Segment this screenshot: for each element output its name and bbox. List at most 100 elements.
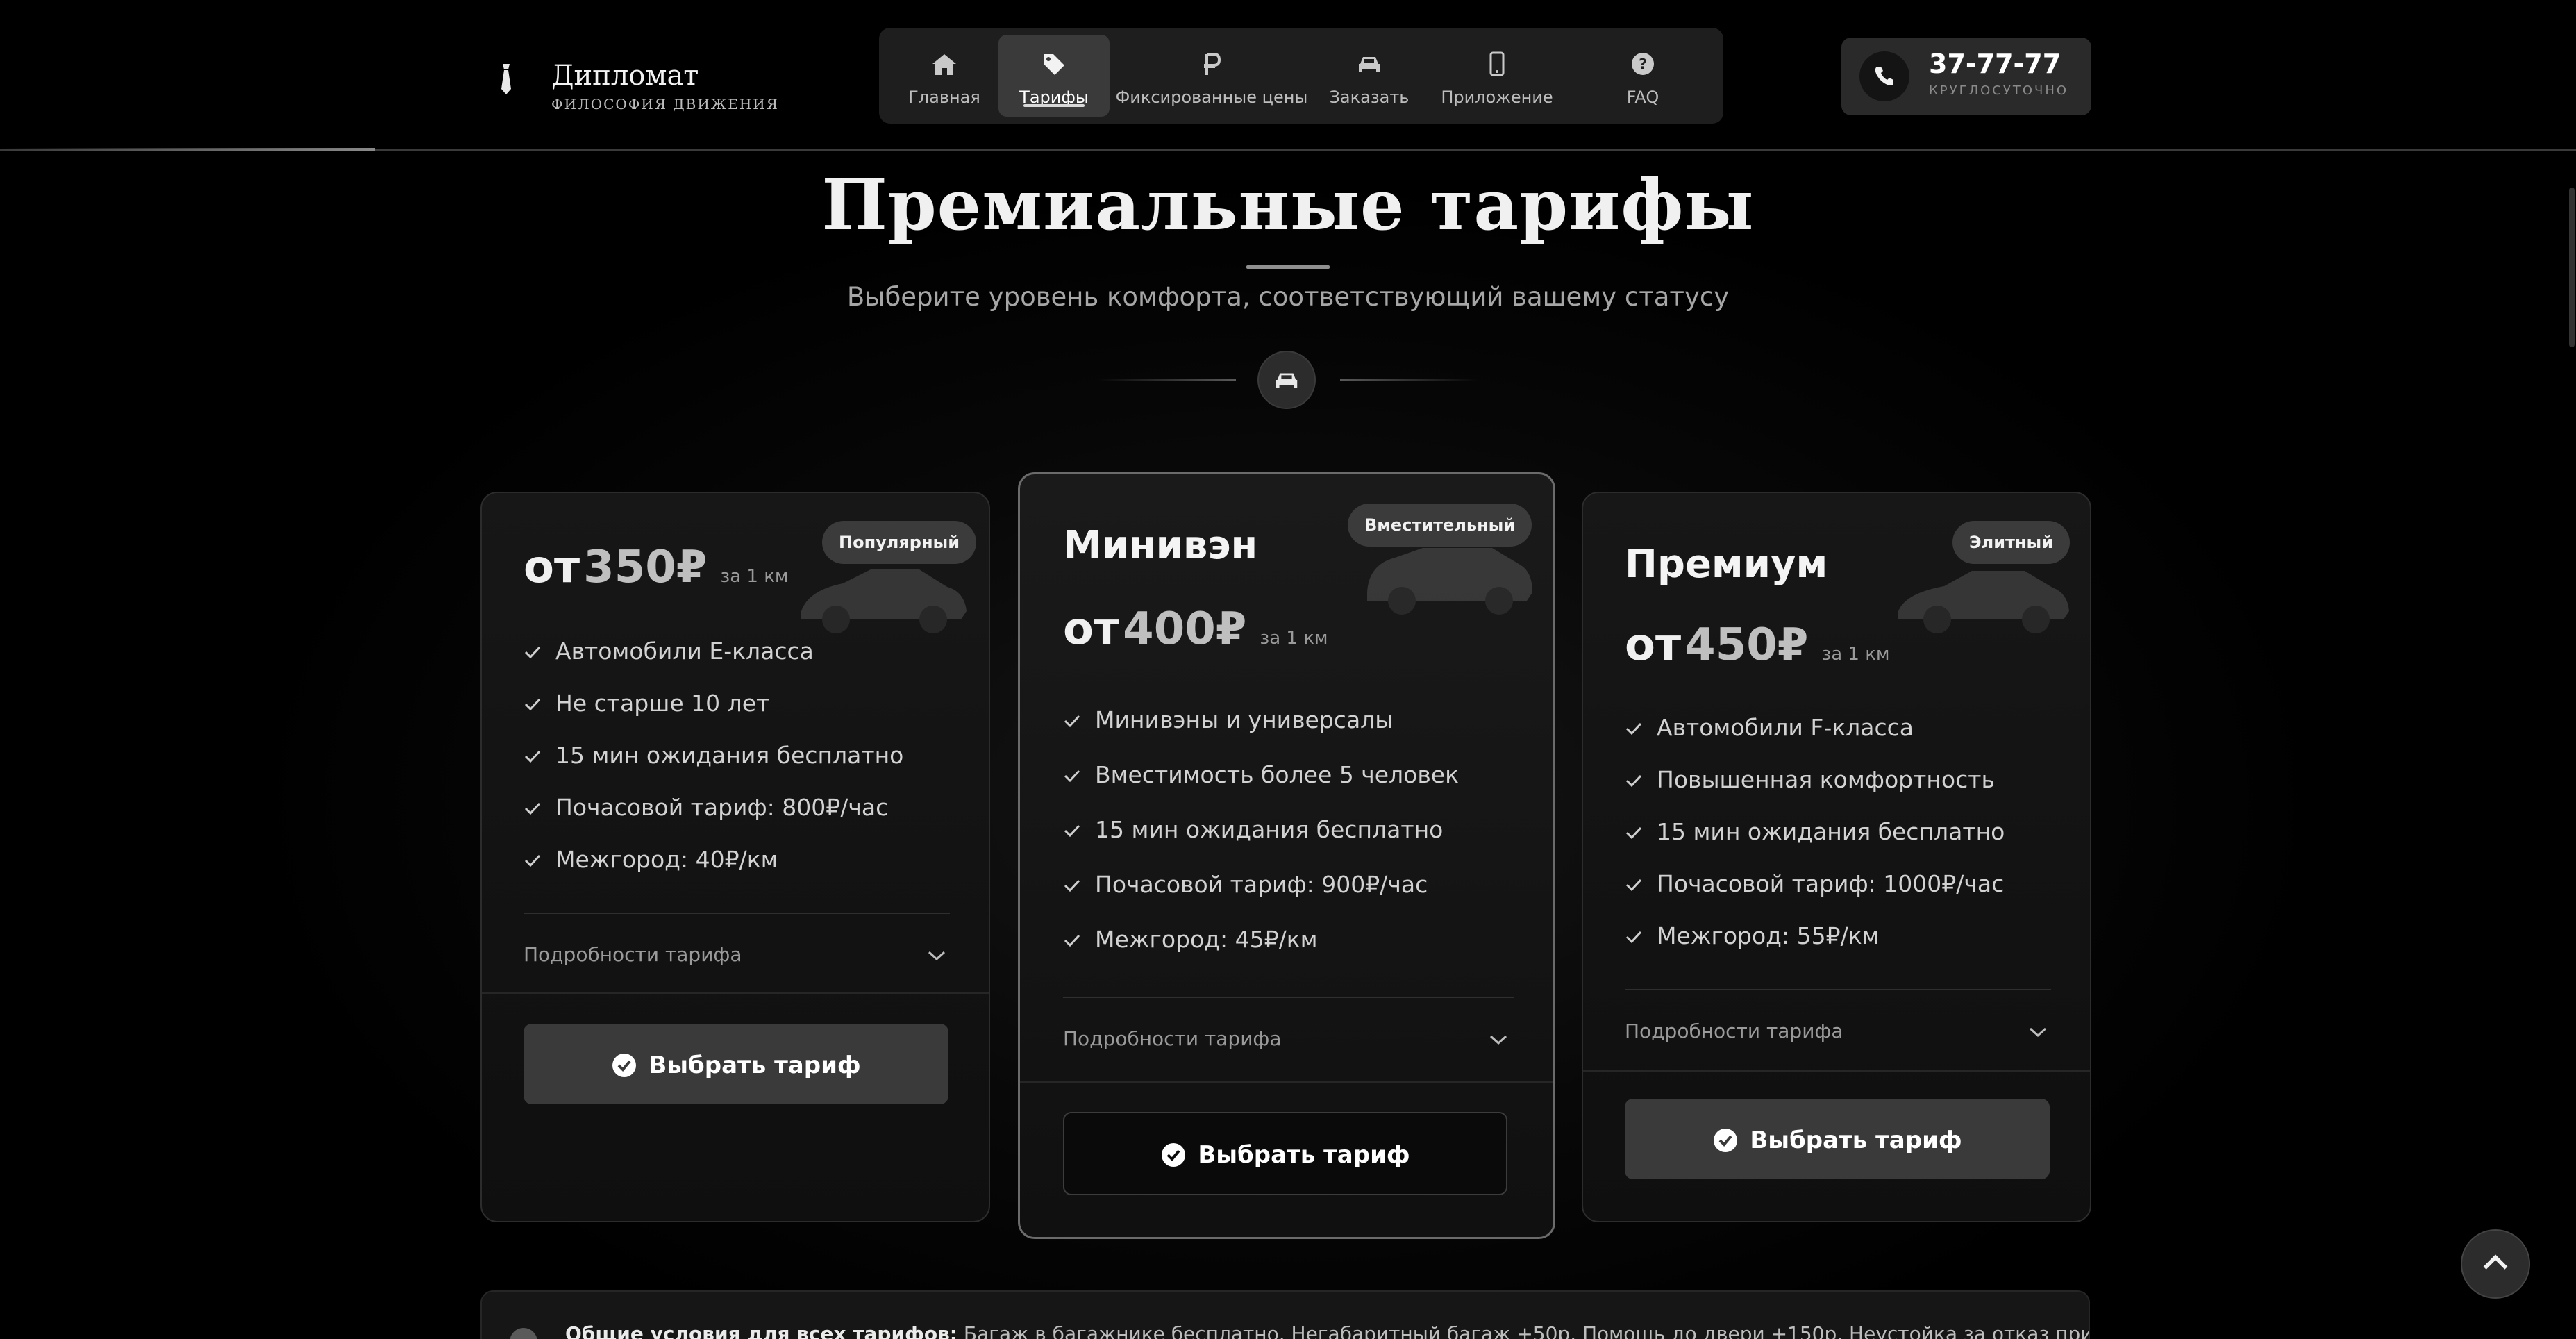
phone-icon-wrapper (1859, 51, 1909, 101)
price-unit: за 1 км (1821, 644, 1890, 665)
nav-item-fixed-prices[interactable]: Фиксированные цены (1112, 35, 1311, 117)
check-icon (1064, 879, 1080, 892)
check-icon (1625, 774, 1642, 788)
select-tariff-button[interactable]: Выбрать тариф (524, 1024, 948, 1104)
nav-item-tariffs[interactable]: Тарифы (998, 35, 1110, 117)
page-title: Премиальные тарифы (821, 164, 1755, 246)
tie-icon (501, 64, 511, 94)
price-unit: за 1 км (1260, 628, 1328, 649)
feature-item: Вместимость более 5 человек (1063, 761, 1459, 816)
price-prefix: от (1063, 604, 1120, 655)
card-separator (1063, 997, 1514, 998)
nav-label: Главная (908, 88, 980, 107)
feature-list: Автомобили Е-класса Не старше 10 лет 15 … (524, 638, 903, 898)
tariff-card-premium: Элитный Премиум от 450₽ за 1 км Автомоби… (1582, 492, 2091, 1222)
card-footer-separator (482, 992, 989, 994)
scroll-to-top-button[interactable] (2461, 1229, 2530, 1299)
page-scrollbar[interactable] (2569, 188, 2575, 347)
check-icon (524, 854, 541, 867)
price-value: 350₽ (583, 542, 708, 593)
divider-badge (1257, 351, 1316, 409)
main-nav: Главная Тарифы Фиксированные цены Заказа… (879, 28, 1723, 124)
card-separator (1625, 989, 2051, 990)
feature-item: Минивэны и универсалы (1063, 706, 1459, 761)
general-conditions: Общие условия для всех тарифов: Багаж в … (480, 1290, 2090, 1339)
card-footer-separator (1020, 1081, 1553, 1083)
divider-line-left (1097, 379, 1236, 381)
card-badge: Популярный (822, 521, 977, 564)
nav-label: Фиксированные цены (1115, 88, 1308, 107)
header-divider-glow (0, 148, 375, 151)
nav-item-app[interactable]: Приложение (1428, 35, 1566, 117)
brand-subtitle: ФИЛОСОФИЯ ДВИЖЕНИЯ (551, 96, 779, 113)
check-icon (1064, 715, 1080, 728)
feature-item: Автомобили F-класса (1625, 714, 2005, 766)
price-value: 400₽ (1123, 604, 1247, 655)
card-price: от 350₽ за 1 км (524, 542, 789, 593)
check-icon (524, 646, 541, 659)
check-icon (1064, 934, 1080, 947)
feature-item: Почасовой тариф: 800₽/час (524, 794, 903, 846)
nav-label: FAQ (1626, 88, 1659, 107)
price-unit: за 1 км (720, 566, 789, 587)
nav-item-home[interactable]: Главная (889, 35, 1000, 117)
check-circle-icon (1714, 1128, 1738, 1152)
nav-label: Приложение (1441, 88, 1553, 107)
feature-item: 15 мин ожидания бесплатно (1063, 816, 1459, 871)
details-toggle-label[interactable]: Подробности тарифа (1625, 1020, 1843, 1042)
feature-item: Повышенная комфортность (1625, 766, 2005, 818)
check-icon (524, 802, 541, 815)
details-toggle-label[interactable]: Подробности тарифа (1063, 1027, 1282, 1050)
car-silhouette-icon (1367, 548, 1532, 615)
feature-item: Межгород: 45₽/км (1063, 926, 1459, 981)
ruble-icon (1204, 53, 1221, 75)
phone-icon (1875, 67, 1893, 85)
car-icon (1276, 373, 1298, 388)
check-icon (524, 750, 541, 763)
nav-item-faq[interactable]: ? FAQ (1573, 35, 1712, 117)
phone-button[interactable]: 37-77-77 КРУГЛОСУТОЧНО (1841, 38, 2091, 115)
feature-item: Не старше 10 лет (524, 690, 903, 742)
card-price: от 400₽ за 1 км (1063, 604, 1328, 655)
check-icon (1625, 722, 1642, 735)
check-icon (1625, 826, 1642, 840)
title-underline (1246, 265, 1330, 269)
divider-line-right (1340, 379, 1479, 381)
feature-item: Автомобили Е-класса (524, 638, 903, 690)
chevron-down-icon[interactable] (926, 949, 947, 963)
car-icon (1359, 57, 1380, 72)
active-indicator (1023, 104, 1085, 107)
svg-text:?: ? (1639, 56, 1647, 72)
car-silhouette-icon (801, 569, 967, 633)
details-toggle-label[interactable]: Подробности тарифа (524, 943, 742, 966)
nav-item-order[interactable]: Заказать (1314, 35, 1425, 117)
card-title: Премиум (1625, 542, 1828, 587)
select-tariff-button[interactable]: Выбрать тариф (1625, 1099, 2050, 1179)
brand-title: Дипломат (551, 60, 699, 92)
check-circle-icon (612, 1053, 637, 1077)
header-divider (0, 149, 2576, 151)
card-footer-separator (1583, 1070, 2090, 1072)
card-separator (524, 913, 950, 914)
tariff-card-comfort: Популярный от 350₽ за 1 км Автомобили Е-… (480, 492, 990, 1222)
phone-caption: КРУГЛОСУТОЧНО (1929, 83, 2069, 98)
tariff-card-minivan: Вместительный Минивэн от 400₽ за 1 км Ми… (1018, 472, 1555, 1239)
check-circle-icon (1162, 1142, 1186, 1167)
chevron-down-icon[interactable] (2027, 1025, 2048, 1039)
mobile-icon (1489, 51, 1505, 76)
site-header: Дипломат ФИЛОСОФИЯ ДВИЖЕНИЯ Главная Тари… (0, 0, 2576, 151)
chevron-down-icon[interactable] (1488, 1033, 1509, 1047)
feature-item: Почасовой тариф: 1000₽/час (1625, 870, 2005, 922)
tag-icon (1044, 54, 1064, 75)
page-subtitle: Выберите уровень комфорта, соответствующ… (846, 282, 1730, 312)
feature-item: Межгород: 55₽/км (1625, 922, 2005, 974)
card-badge: Вместительный (1348, 504, 1532, 547)
select-tariff-button[interactable]: Выбрать тариф (1063, 1112, 1507, 1195)
check-icon (1064, 824, 1080, 838)
nav-label: Заказать (1329, 88, 1410, 107)
check-icon (524, 698, 541, 711)
check-icon (1625, 879, 1642, 892)
check-icon (1064, 770, 1080, 783)
phone-number: 37-77-77 (1929, 49, 2061, 79)
feature-item: 15 мин ожидания бесплатно (1625, 818, 2005, 870)
